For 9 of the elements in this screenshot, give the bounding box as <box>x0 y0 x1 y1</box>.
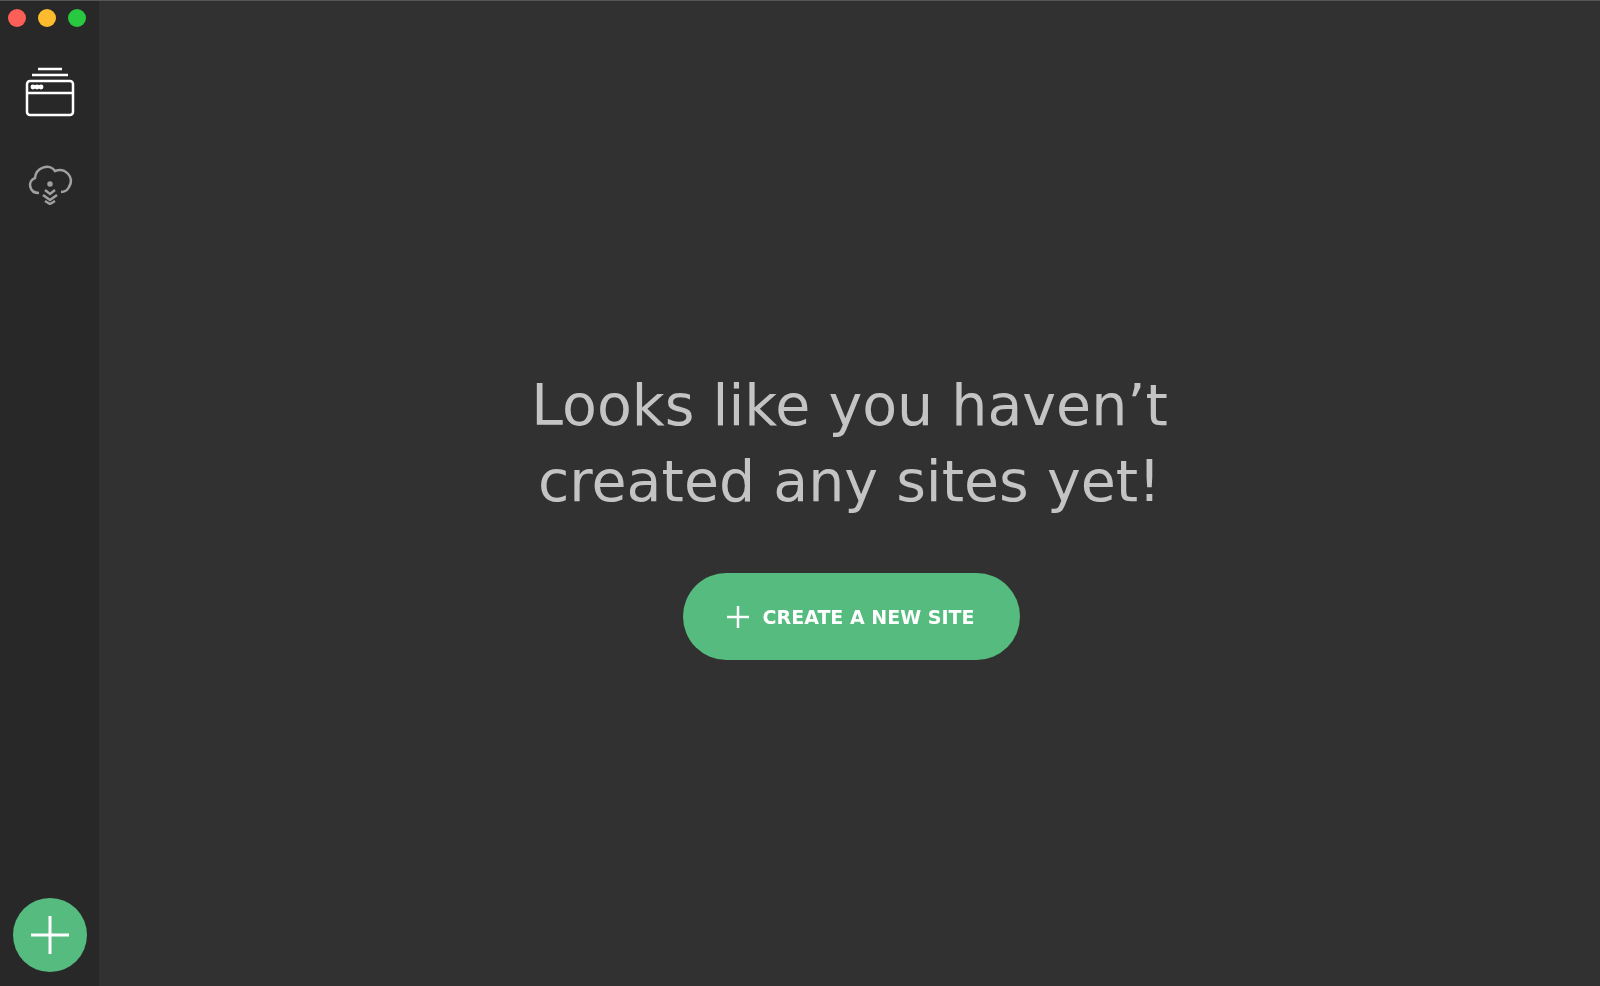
sidebar-item[interactable] <box>24 67 75 117</box>
create-site-button[interactable]: CREATE A NEW SITE <box>682 573 1021 660</box>
close-button[interactable] <box>8 9 26 27</box>
minimize-button[interactable] <box>38 9 56 27</box>
plus-icon <box>30 916 69 954</box>
browser-window-icon <box>24 67 75 117</box>
zoom-button[interactable] <box>68 9 86 27</box>
plus-icon <box>726 605 749 628</box>
empty-state-message: Looks like you haven’t created any sites yet! <box>530 371 1169 516</box>
